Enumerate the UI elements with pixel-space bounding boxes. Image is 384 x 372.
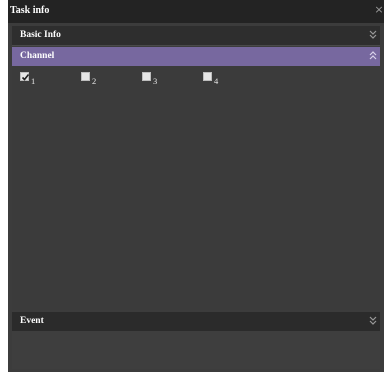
- channel-label-4: 4: [214, 76, 219, 86]
- channel-label-2: 2: [92, 76, 97, 86]
- close-icon[interactable]: ×: [374, 4, 384, 16]
- checkbox-unchecked-icon[interactable]: [81, 72, 90, 81]
- section-header-basic-info[interactable]: Basic Info: [12, 26, 380, 45]
- channel-content-area: [12, 66, 380, 310]
- channel-label-3: 3: [153, 76, 158, 86]
- chevron-double-down-icon[interactable]: [367, 28, 379, 42]
- checkbox-checked-icon[interactable]: [20, 72, 30, 81]
- section-label-channel: Channel: [20, 51, 55, 61]
- channel-label-1: 1: [31, 76, 36, 86]
- section-header-event[interactable]: Event: [12, 312, 380, 331]
- section-header-channel[interactable]: Channel: [12, 47, 380, 66]
- chevron-double-up-icon[interactable]: [367, 49, 379, 63]
- chevron-double-down-icon[interactable]: [367, 314, 379, 328]
- checkbox-unchecked-icon[interactable]: [142, 72, 151, 81]
- event-content-area: [12, 331, 380, 369]
- checkbox-unchecked-icon[interactable]: [203, 72, 212, 81]
- section-label-event: Event: [20, 316, 44, 326]
- panel-titlebar: Task info ×: [8, 0, 384, 23]
- section-label-basic-info: Basic Info: [20, 30, 61, 40]
- section-divider: [12, 45, 380, 46]
- panel-title: Task info: [10, 5, 50, 16]
- task-info-panel: Task info × Basic Info Channel 1 2 3 4 E…: [8, 0, 384, 372]
